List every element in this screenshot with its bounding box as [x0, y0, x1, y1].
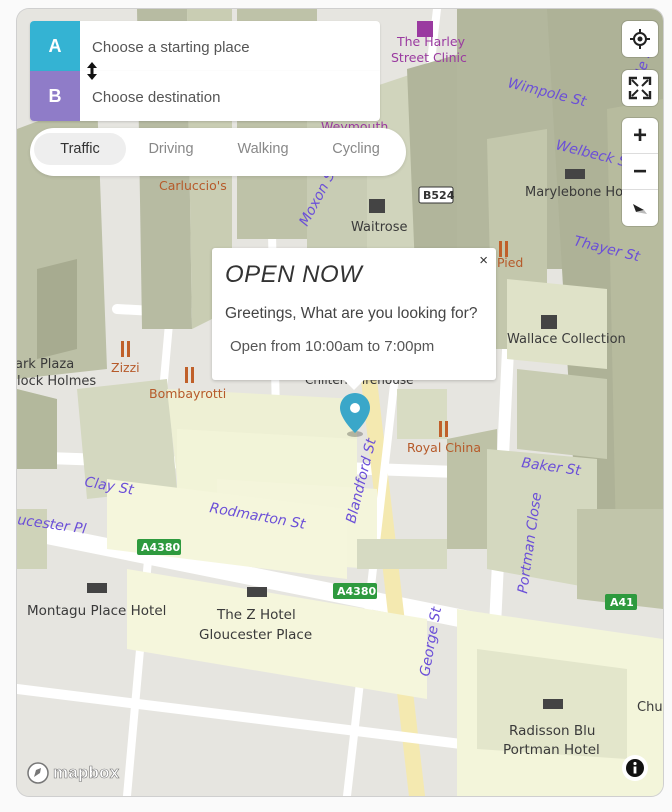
geolocate-button[interactable] [622, 21, 658, 57]
start-marker-badge: A [30, 21, 80, 71]
svg-text:Royal China: Royal China [407, 440, 481, 455]
geolocate-control [622, 21, 658, 57]
popup-tip [344, 380, 364, 390]
svg-text:Bombayrotti: Bombayrotti [149, 386, 226, 401]
svg-text:Chu: Chu [637, 700, 663, 715]
zoom-in-button[interactable]: + [622, 118, 658, 154]
compass-button[interactable] [622, 190, 658, 226]
fullscreen-icon [628, 76, 652, 100]
compass-icon [633, 204, 647, 214]
svg-text:The Z Hotel: The Z Hotel [216, 607, 296, 623]
mapbox-logo-text: mapbox [53, 763, 120, 783]
start-input[interactable] [80, 21, 384, 73]
mapbox-logo[interactable]: mapbox [26, 760, 119, 786]
info-icon [626, 759, 644, 777]
tab-walking[interactable]: Walking [224, 133, 302, 165]
svg-text:Montagu Place Hotel: Montagu Place Hotel [27, 603, 166, 619]
fullscreen-control [622, 70, 658, 106]
popup-close-button[interactable]: × [479, 252, 488, 269]
crosshair-icon [630, 29, 650, 49]
mapbox-logo-icon [27, 762, 49, 784]
svg-text:Pied: Pied [497, 255, 523, 270]
navigation-control: + − [622, 118, 658, 226]
travel-mode-tabs: Traffic Driving Walking Cycling [30, 128, 406, 176]
destination-input[interactable] [80, 71, 384, 123]
svg-text:A4380: A4380 [141, 541, 180, 554]
svg-text:Radisson Blu: Radisson Blu [509, 723, 595, 739]
tab-cycling[interactable]: Cycling [318, 133, 394, 165]
fullscreen-button[interactable] [622, 70, 658, 106]
svg-text:Portman Hotel: Portman Hotel [503, 742, 600, 758]
svg-text:A4380: A4380 [337, 585, 376, 598]
svg-text:Carluccio's: Carluccio's [159, 178, 227, 193]
svg-text:ark Plaza: ark Plaza [17, 357, 74, 372]
attribution-button[interactable] [622, 755, 648, 781]
map-pin-icon[interactable] [338, 392, 372, 438]
svg-text:A41: A41 [610, 596, 634, 609]
tab-driving[interactable]: Driving [134, 133, 208, 165]
swap-arrows-icon[interactable] [85, 61, 99, 81]
svg-text:Marylebone Ho: Marylebone Ho [525, 185, 623, 200]
svg-text:lock Holmes: lock Holmes [17, 374, 96, 389]
svg-text:Waitrose: Waitrose [351, 220, 407, 235]
zoom-out-button[interactable]: − [622, 154, 658, 190]
popup-greeting: Greetings, What are you looking for? [225, 305, 478, 322]
destination-row: B [30, 71, 384, 123]
destination-marker-badge: B [30, 71, 80, 121]
start-row: A [30, 21, 384, 73]
popup-title: OPEN NOW [225, 261, 363, 288]
popup-hours: Open from 10:00am to 7:00pm [230, 338, 435, 355]
svg-text:Wallace Collection: Wallace Collection [507, 332, 626, 347]
zoom-out-icon: − [632, 157, 647, 185]
svg-text:B524: B524 [423, 189, 455, 202]
svg-text:Street Clinic: Street Clinic [391, 50, 467, 65]
svg-text:Zizzi: Zizzi [111, 360, 140, 375]
directions-panel: A B [30, 21, 384, 123]
svg-text:Gloucester Place: Gloucester Place [199, 627, 312, 643]
location-popup: OPEN NOW × Greetings, What are you looki… [212, 248, 496, 380]
zoom-in-icon: + [632, 121, 647, 149]
tab-traffic[interactable]: Traffic [34, 133, 126, 165]
